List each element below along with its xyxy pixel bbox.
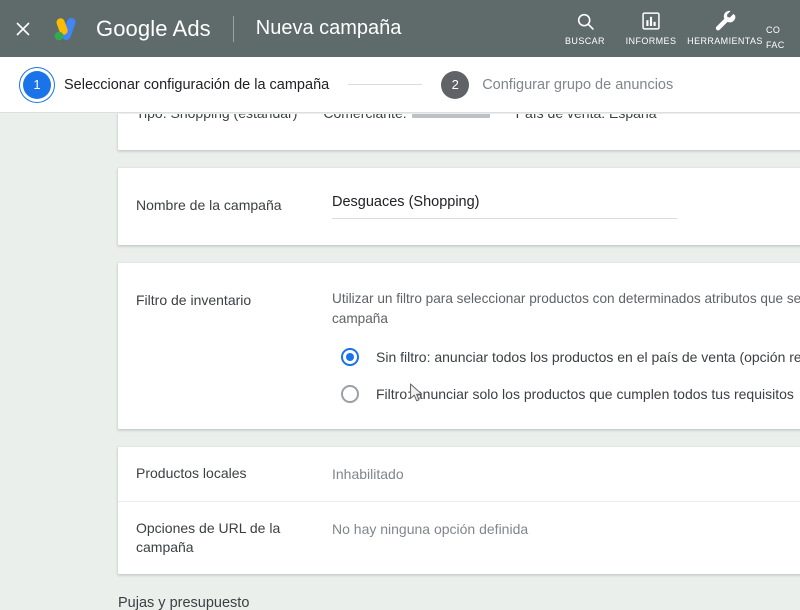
header-actions: BUSCAR INFORMES HERRAMIENTAS CO FAC bbox=[552, 0, 800, 57]
bidding-section-title: Pujas y presupuesto bbox=[118, 595, 250, 610]
close-icon bbox=[13, 19, 33, 39]
radio-option-filter[interactable]: Filtro: anunciar solo los productos que … bbox=[341, 385, 800, 403]
search-icon bbox=[575, 9, 596, 33]
inventory-filter-description-line2: campaña bbox=[332, 311, 388, 326]
brand-name: Google Ads bbox=[96, 15, 211, 41]
stepper-step-1-number: 1 bbox=[23, 70, 51, 99]
radio-mark-unselected-icon bbox=[341, 385, 359, 403]
stepper-step-1[interactable]: 1 Seleccionar configuración de la campañ… bbox=[23, 70, 330, 99]
header-divider bbox=[232, 15, 234, 42]
inventory-filter-row: Filtro de inventario Utilizar un filtro … bbox=[118, 263, 800, 429]
stepper-step-1-label: Seleccionar configuración de la campaña bbox=[64, 76, 330, 93]
campaign-name-label: Nombre de la campaña bbox=[136, 197, 282, 213]
stepper-step-2-number: 2 bbox=[441, 70, 470, 99]
radio-option-no-filter[interactable]: Sin filtro: anunciar todos los productos… bbox=[341, 348, 800, 366]
sales-country-label: País de venta: España bbox=[516, 114, 657, 121]
radio-option-filter-label: Filtro: anunciar solo los productos que … bbox=[376, 386, 794, 402]
campaign-type-label: Tipo: Shopping (estándar) bbox=[136, 114, 297, 121]
search-action-label: BUSCAR bbox=[565, 36, 605, 46]
campaign-url-options-value: No hay ninguna opción definida bbox=[332, 521, 529, 537]
merchant-value-redacted bbox=[411, 114, 490, 118]
radio-option-no-filter-label: Sin filtro: anunciar todos los productos… bbox=[376, 349, 800, 365]
table-row[interactable]: Opciones de URL de la campaña No hay nin… bbox=[118, 501, 800, 574]
stepper-connector bbox=[348, 84, 423, 85]
table-row[interactable]: Productos locales Inhabilitado bbox=[118, 447, 800, 501]
wrench-icon bbox=[714, 9, 737, 33]
page-title: Nueva campaña bbox=[255, 17, 402, 39]
search-action[interactable]: BUSCAR bbox=[552, 7, 618, 46]
inventory-filter-description: Utilizar un filtro para seleccionar prod… bbox=[332, 289, 800, 329]
inventory-filter-card: Filtro de inventario Utilizar un filtro … bbox=[118, 263, 800, 429]
merchant-label: Comerciante: bbox=[323, 114, 406, 121]
stepper-step-2-label: Configurar grupo de anuncios bbox=[482, 76, 674, 93]
campaign-settings-card: Productos locales Inhabilitado Opciones … bbox=[118, 447, 800, 574]
tools-action-label: HERRAMIENTAS bbox=[687, 36, 763, 46]
reports-action[interactable]: INFORMES bbox=[618, 7, 684, 46]
merchant-segment: Comerciante: bbox=[323, 114, 490, 121]
campaign-url-options-label: Opciones de URL de la campaña bbox=[136, 520, 281, 555]
campaign-settings-scroll-area[interactable]: Tipo: Shopping (estándar) Comerciante: P… bbox=[0, 114, 800, 610]
radio-mark-selected-icon bbox=[341, 348, 359, 366]
campaign-name-input[interactable] bbox=[332, 194, 677, 219]
campaign-name-card: Nombre de la campaña bbox=[118, 168, 800, 245]
inventory-filter-label: Filtro de inventario bbox=[136, 292, 252, 308]
tools-action[interactable]: HERRAMIENTAS bbox=[684, 7, 766, 46]
campaign-name-row: Nombre de la campaña bbox=[118, 168, 800, 245]
campaign-summary-row: Tipo: Shopping (estándar) Comerciante: P… bbox=[136, 114, 683, 121]
top-header-bar: Google Ads Nueva campaña BUSCAR INFORMES… bbox=[0, 0, 800, 57]
bar-chart-icon bbox=[641, 9, 661, 33]
reports-action-label: INFORMES bbox=[625, 36, 677, 46]
local-products-label: Productos locales bbox=[136, 465, 247, 481]
campaign-stepper: 1 Seleccionar configuración de la campañ… bbox=[0, 57, 800, 113]
close-button[interactable] bbox=[0, 0, 46, 57]
billing-settings-action[interactable]: CO FAC bbox=[766, 7, 800, 57]
stepper-step-2[interactable]: 2 Configurar grupo de anuncios bbox=[441, 70, 674, 99]
inventory-filter-radio-group: Sin filtro: anunciar todos los productos… bbox=[341, 348, 800, 403]
billing-settings-label-line2: FAC bbox=[766, 40, 785, 50]
inventory-filter-description-line1: Utilizar un filtro para seleccionar prod… bbox=[332, 291, 800, 306]
local-products-value: Inhabilitado bbox=[332, 466, 404, 482]
google-ads-logo-icon[interactable] bbox=[48, 12, 82, 46]
campaign-summary-card: Tipo: Shopping (estándar) Comerciante: P… bbox=[118, 114, 800, 150]
billing-settings-label-line1: CO bbox=[766, 25, 781, 35]
